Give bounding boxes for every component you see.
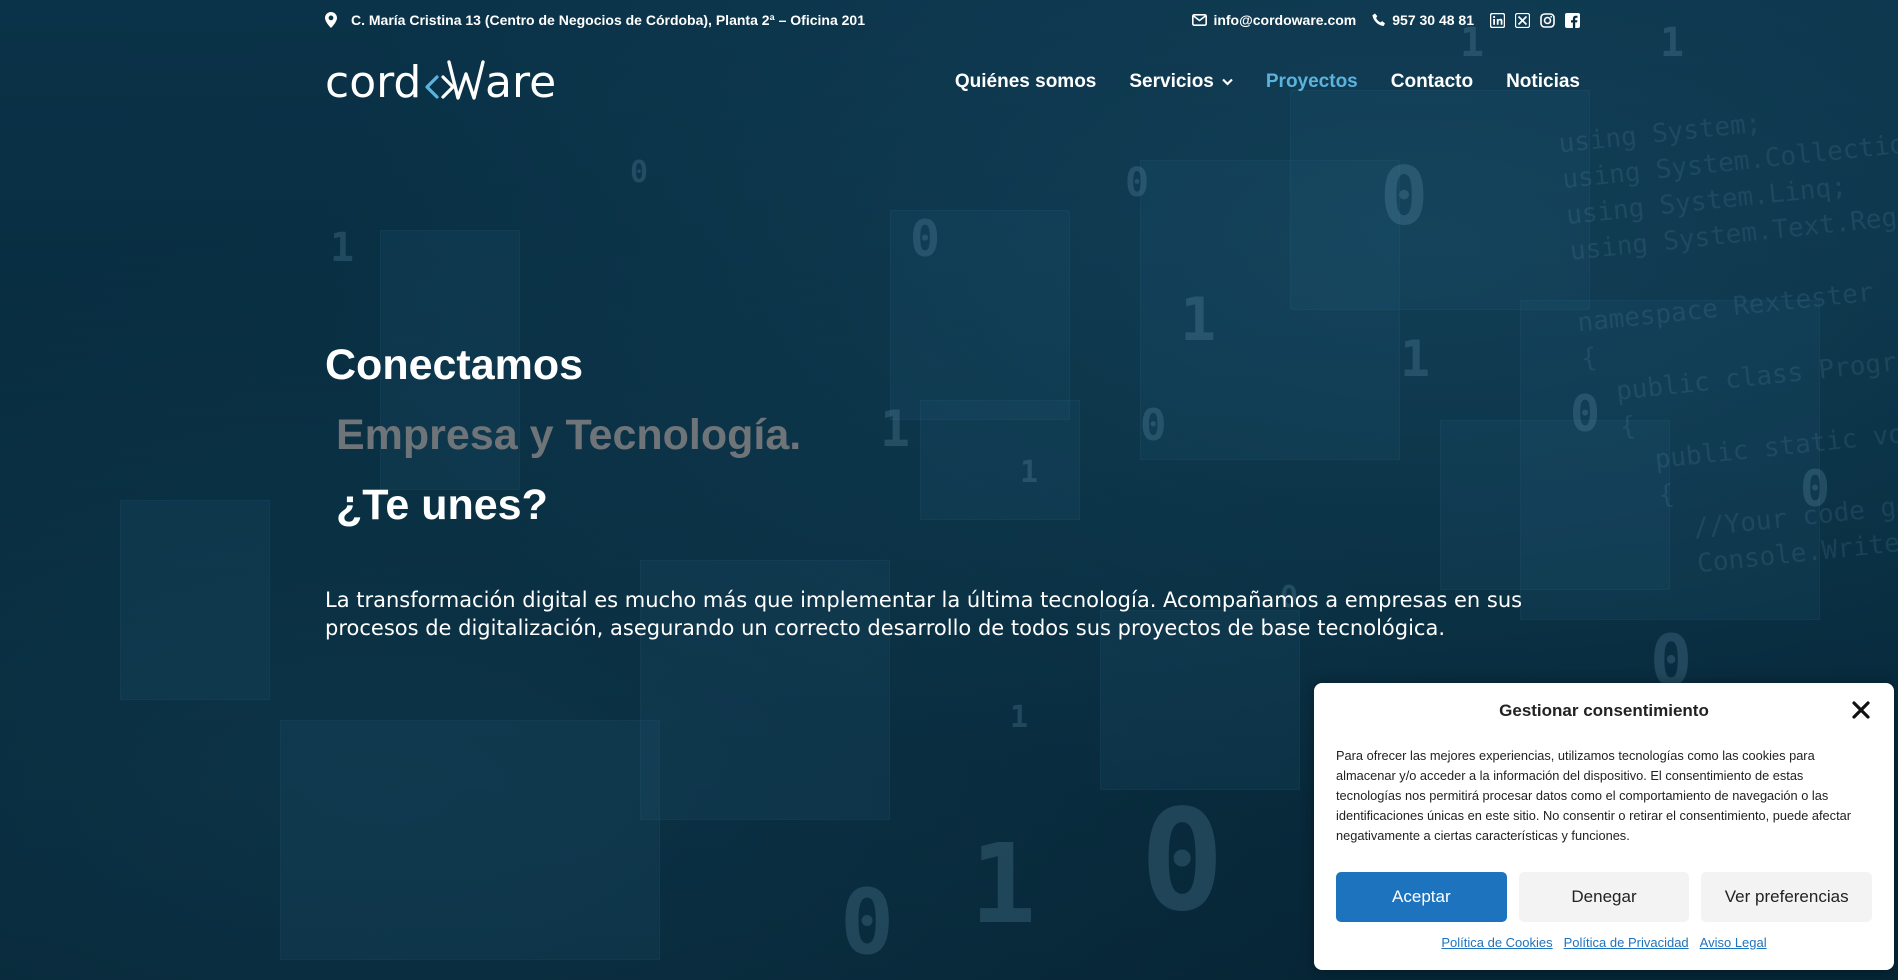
email-link[interactable]: info@cordoware.com	[1213, 12, 1356, 28]
nav-label: Noticias	[1506, 71, 1580, 92]
svg-text:cord: cord	[325, 59, 421, 105]
nav-item-proyectos[interactable]: Proyectos	[1266, 71, 1358, 93]
envelope-icon	[1192, 14, 1208, 26]
location-pin-icon	[325, 12, 337, 28]
phone-link[interactable]: 957 30 48 81	[1392, 12, 1474, 28]
consent-title: Gestionar consentimiento	[1499, 701, 1709, 720]
nav-label: Quiénes somos	[954, 71, 1097, 92]
nav-label: Contacto	[1390, 71, 1474, 92]
nav-item-noticias[interactable]: Noticias	[1506, 71, 1580, 93]
nav-label: Proyectos	[1265, 71, 1358, 92]
chevron-down-icon	[1222, 78, 1233, 86]
nav-label: Servicios	[1129, 71, 1214, 92]
cordoware-logo: cordoware cord are	[325, 59, 556, 105]
preferences-button[interactable]: Ver preferencias	[1701, 872, 1873, 922]
privacy-policy-link[interactable]: Política de Privacidad	[1564, 935, 1689, 950]
deny-button[interactable]: Denegar	[1518, 872, 1690, 922]
site-header: cordoware cord are Quiénes somos Servici…	[325, 52, 1580, 112]
facebook-icon[interactable]	[1565, 12, 1580, 28]
linkedin-icon[interactable]	[1490, 12, 1505, 28]
consent-buttons: Aceptar Denegar Ver preferencias	[1336, 872, 1873, 922]
close-icon[interactable]	[1850, 699, 1872, 721]
hero-heading-line2: Empresa y Tecnología.	[336, 411, 802, 459]
main-nav: Quiénes somos Servicios Proyectos Contac…	[955, 71, 1580, 93]
accept-button[interactable]: Aceptar	[1336, 872, 1507, 922]
consent-links: Política de Cookies Política de Privacid…	[1314, 935, 1894, 950]
site-logo[interactable]: cordoware cord are	[325, 57, 565, 107]
phone-icon	[1372, 13, 1386, 27]
instagram-icon[interactable]	[1540, 12, 1555, 28]
nav-item-contacto[interactable]: Contacto	[1391, 71, 1473, 93]
contact-block: info@cordoware.com 957 30 48 81	[1192, 12, 1580, 28]
hero-paragraph: La transformación digital es mucho más q…	[325, 588, 1523, 640]
svg-text:are: are	[485, 59, 556, 105]
x-twitter-icon[interactable]	[1515, 12, 1530, 28]
hero-heading-line3: ¿Te unes?	[336, 481, 548, 529]
top-bar: C. María Cristina 13 (Centro de Negocios…	[325, 0, 1580, 40]
cookie-policy-link[interactable]: Política de Cookies	[1441, 935, 1552, 950]
nav-item-quienes-somos[interactable]: Quiénes somos	[955, 71, 1097, 93]
legal-notice-link[interactable]: Aviso Legal	[1700, 935, 1767, 950]
address-block: C. María Cristina 13 (Centro de Negocios…	[325, 12, 865, 28]
hero-heading-line1: Conectamos	[325, 341, 584, 389]
hero-section: Conectamos Empresa y Tecnología. ¿Te une…	[325, 330, 1575, 642]
address-text: C. María Cristina 13 (Centro de Negocios…	[351, 12, 865, 28]
consent-text: Para ofrecer las mejores experiencias, u…	[1336, 748, 1851, 843]
nav-item-servicios[interactable]: Servicios	[1129, 71, 1233, 93]
cookie-consent-dialog: Gestionar consentimiento Para ofrecer la…	[1314, 683, 1894, 970]
